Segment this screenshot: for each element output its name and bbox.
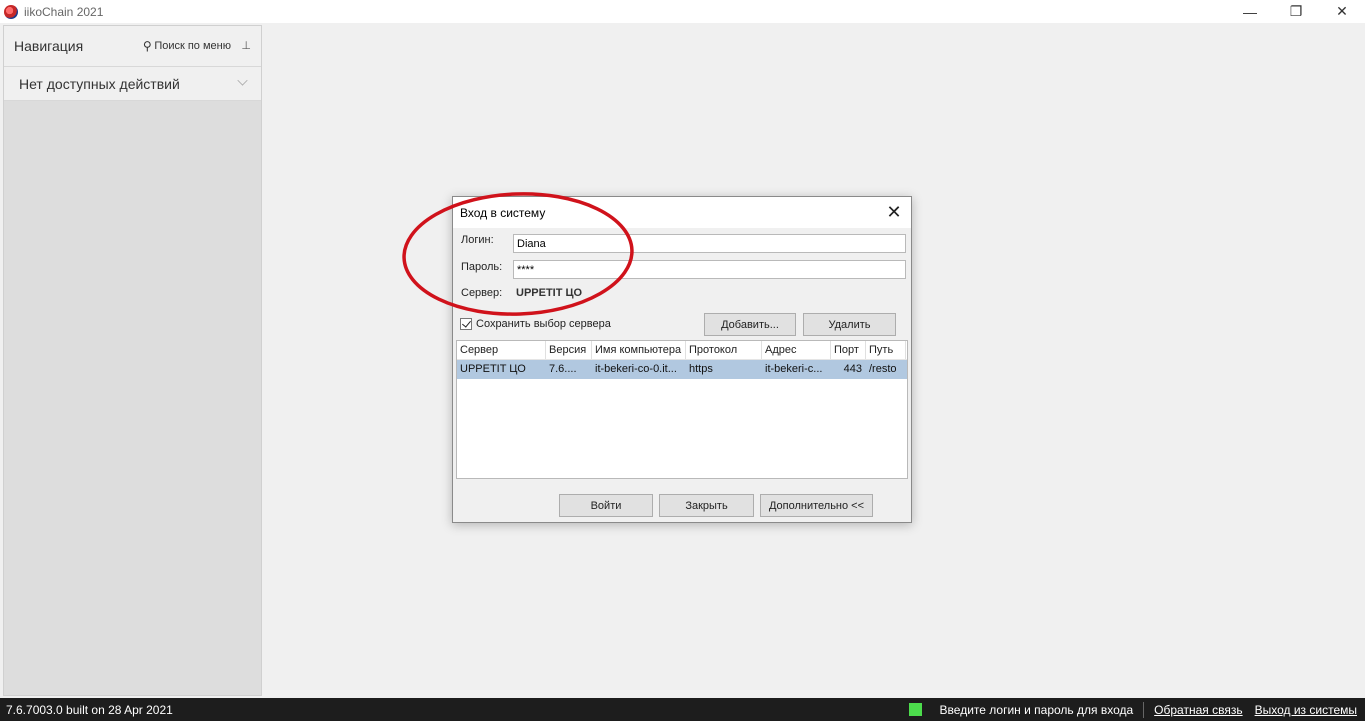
column-header[interactable]: Версия xyxy=(546,341,592,359)
pin-icon[interactable]: ⊥ xyxy=(241,39,251,52)
dialog-title: Вход в систему xyxy=(460,205,546,220)
window-titlebar: iikoChain 2021 — ❐ ✕ xyxy=(0,0,1365,23)
column-header[interactable]: Сервер xyxy=(457,341,546,359)
save-server-label: Сохранить выбор сервера xyxy=(476,318,611,330)
search-icon: ⚲ xyxy=(142,39,152,53)
status-text: Введите логин и пароль для входа xyxy=(939,702,1134,717)
version-text: 7.6.7003.0 built on 28 Apr 2021 xyxy=(6,702,173,717)
login-button[interactable]: Войти xyxy=(559,494,653,517)
add-server-button[interactable]: Добавить... xyxy=(704,313,796,336)
table-cell: 443 xyxy=(843,363,862,375)
window-title: iikoChain 2021 xyxy=(24,4,104,19)
menu-search-button[interactable]: ⚲ Поиск по меню xyxy=(143,39,231,53)
window-controls: — ❐ ✕ xyxy=(1227,0,1365,23)
nav-section-label: Нет доступных действий xyxy=(19,75,180,92)
status-separator xyxy=(1143,701,1145,718)
delete-server-button[interactable]: Удалить xyxy=(803,313,896,336)
restore-button[interactable]: ❐ xyxy=(1273,0,1319,23)
table-cell: https xyxy=(689,363,713,375)
table-cell: /resto xyxy=(869,363,897,375)
status-bar: 7.6.7003.0 built on 28 Apr 2021 Введите … xyxy=(0,698,1365,721)
server-value: UPPETIT ЦО xyxy=(516,287,583,299)
column-header[interactable]: Протокол xyxy=(686,341,762,359)
password-input[interactable] xyxy=(513,260,906,279)
minimize-button[interactable]: — xyxy=(1227,0,1273,23)
login-input[interactable] xyxy=(513,234,906,253)
table-row[interactable]: UPPETIT ЦО 7.6.... it-bekeri-co-0.it... … xyxy=(457,360,907,379)
nav-title: Навигация xyxy=(14,38,84,54)
column-header[interactable]: Порт xyxy=(831,341,866,359)
column-header[interactable]: Путь xyxy=(866,341,906,359)
save-server-checkbox-row[interactable]: Сохранить выбор сервера xyxy=(460,318,611,330)
more-options-button[interactable]: Дополнительно << xyxy=(760,494,873,517)
servers-table: Сервер Версия Имя компьютера Протокол Ад… xyxy=(456,340,908,479)
dialog-titlebar: Вход в систему ✕ xyxy=(453,197,911,228)
status-indicator-icon xyxy=(908,703,922,716)
save-server-checkbox[interactable] xyxy=(460,318,472,330)
table-cell: 7.6.... xyxy=(549,363,577,375)
dialog-close-button[interactable]: ✕ xyxy=(885,203,903,221)
close-dialog-button[interactable]: Закрыть xyxy=(659,494,754,517)
window-close-button[interactable]: ✕ xyxy=(1319,0,1365,23)
nav-header: Навигация ⚲ Поиск по меню ⊥ xyxy=(4,26,261,67)
status-right: Введите логин и пароль для входа Обратна… xyxy=(908,698,1357,721)
password-label: Пароль: xyxy=(461,261,503,273)
table-cell: it-bekeri-co-0.it... xyxy=(595,363,677,375)
navigation-panel: Навигация ⚲ Поиск по меню ⊥ Нет доступны… xyxy=(3,25,262,696)
feedback-link[interactable]: Обратная связь xyxy=(1154,703,1242,717)
login-label: Логин: xyxy=(461,234,494,246)
server-label: Сервер: xyxy=(461,287,503,299)
chevron-down-icon xyxy=(237,75,248,86)
login-dialog: Вход в систему ✕ Логин: Пароль: Сервер: … xyxy=(452,196,912,523)
column-header[interactable]: Имя компьютера xyxy=(592,341,686,359)
table-cell: UPPETIT ЦО xyxy=(460,363,526,375)
app-logo-icon xyxy=(4,4,18,19)
nav-section-actions[interactable]: Нет доступных действий xyxy=(4,67,261,101)
table-header: Сервер Версия Имя компьютера Протокол Ад… xyxy=(457,341,907,360)
menu-search-label: Поиск по меню xyxy=(154,40,231,52)
logout-link[interactable]: Выход из системы xyxy=(1255,703,1357,717)
column-header[interactable]: Адрес xyxy=(762,341,831,359)
table-cell: it-bekeri-c... xyxy=(765,363,823,375)
